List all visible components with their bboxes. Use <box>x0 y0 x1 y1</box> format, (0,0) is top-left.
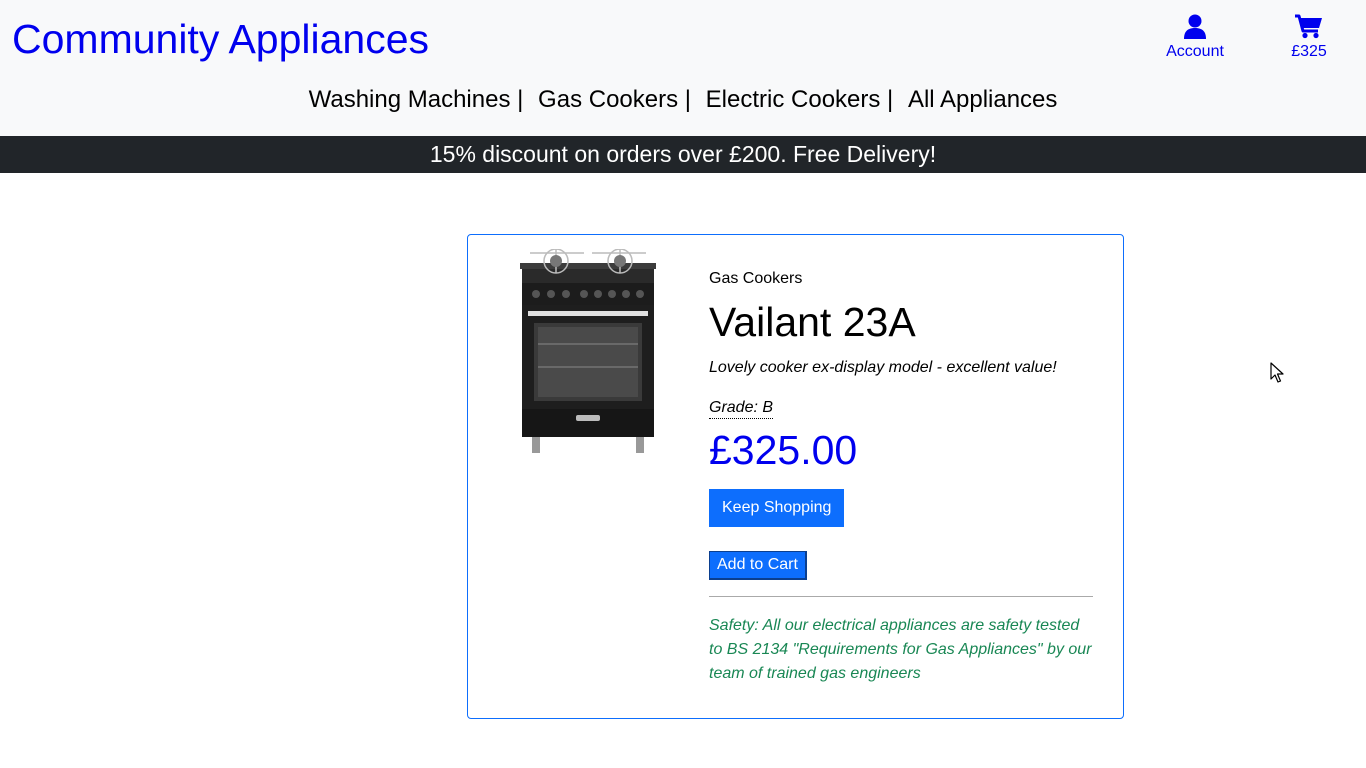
promo-banner: 15% discount on orders over £200. Free D… <box>0 136 1366 173</box>
brand-logo-link[interactable]: Community Appliances <box>12 14 429 64</box>
account-link[interactable]: Account <box>1150 14 1240 61</box>
keep-shopping-button[interactable]: Keep Shopping <box>709 489 845 527</box>
product-price: £325.00 <box>709 427 858 473</box>
gas-cooker-image <box>520 249 656 453</box>
mouse-cursor-icon <box>1270 362 1284 383</box>
shopping-cart-icon <box>1295 14 1322 39</box>
nav-all-appliances[interactable]: All Appliances <box>908 86 1057 113</box>
add-to-cart-button[interactable]: Add to Cart <box>709 551 807 580</box>
person-icon <box>1184 14 1206 39</box>
nav-washing-machines[interactable]: Washing Machines | <box>309 86 524 113</box>
site-header: Community Appliances Account £325 Washin… <box>0 0 1366 136</box>
cart-total: £325 <box>1291 43 1327 60</box>
nav-electric-cookers[interactable]: Electric Cookers | <box>706 86 894 113</box>
cart-link[interactable]: £325 <box>1264 14 1354 61</box>
product-info: Gas Cookers Vailant 23A Lovely cooker ex… <box>709 269 1093 686</box>
divider <box>709 596 1093 597</box>
product-category: Gas Cookers <box>709 270 803 287</box>
product-title: Vailant 23A <box>709 299 916 345</box>
account-label: Account <box>1166 43 1224 60</box>
product-description: Lovely cooker ex-display model - excelle… <box>709 359 1057 376</box>
product-grade[interactable]: Grade: B <box>709 398 774 419</box>
product-card: Gas Cookers Vailant 23A Lovely cooker ex… <box>467 234 1124 719</box>
category-nav: Washing Machines | Gas Cookers | Electri… <box>0 86 1366 114</box>
nav-gas-cookers[interactable]: Gas Cookers | <box>538 86 691 113</box>
safety-note: Safety: All our electrical appliances ar… <box>709 617 1092 682</box>
